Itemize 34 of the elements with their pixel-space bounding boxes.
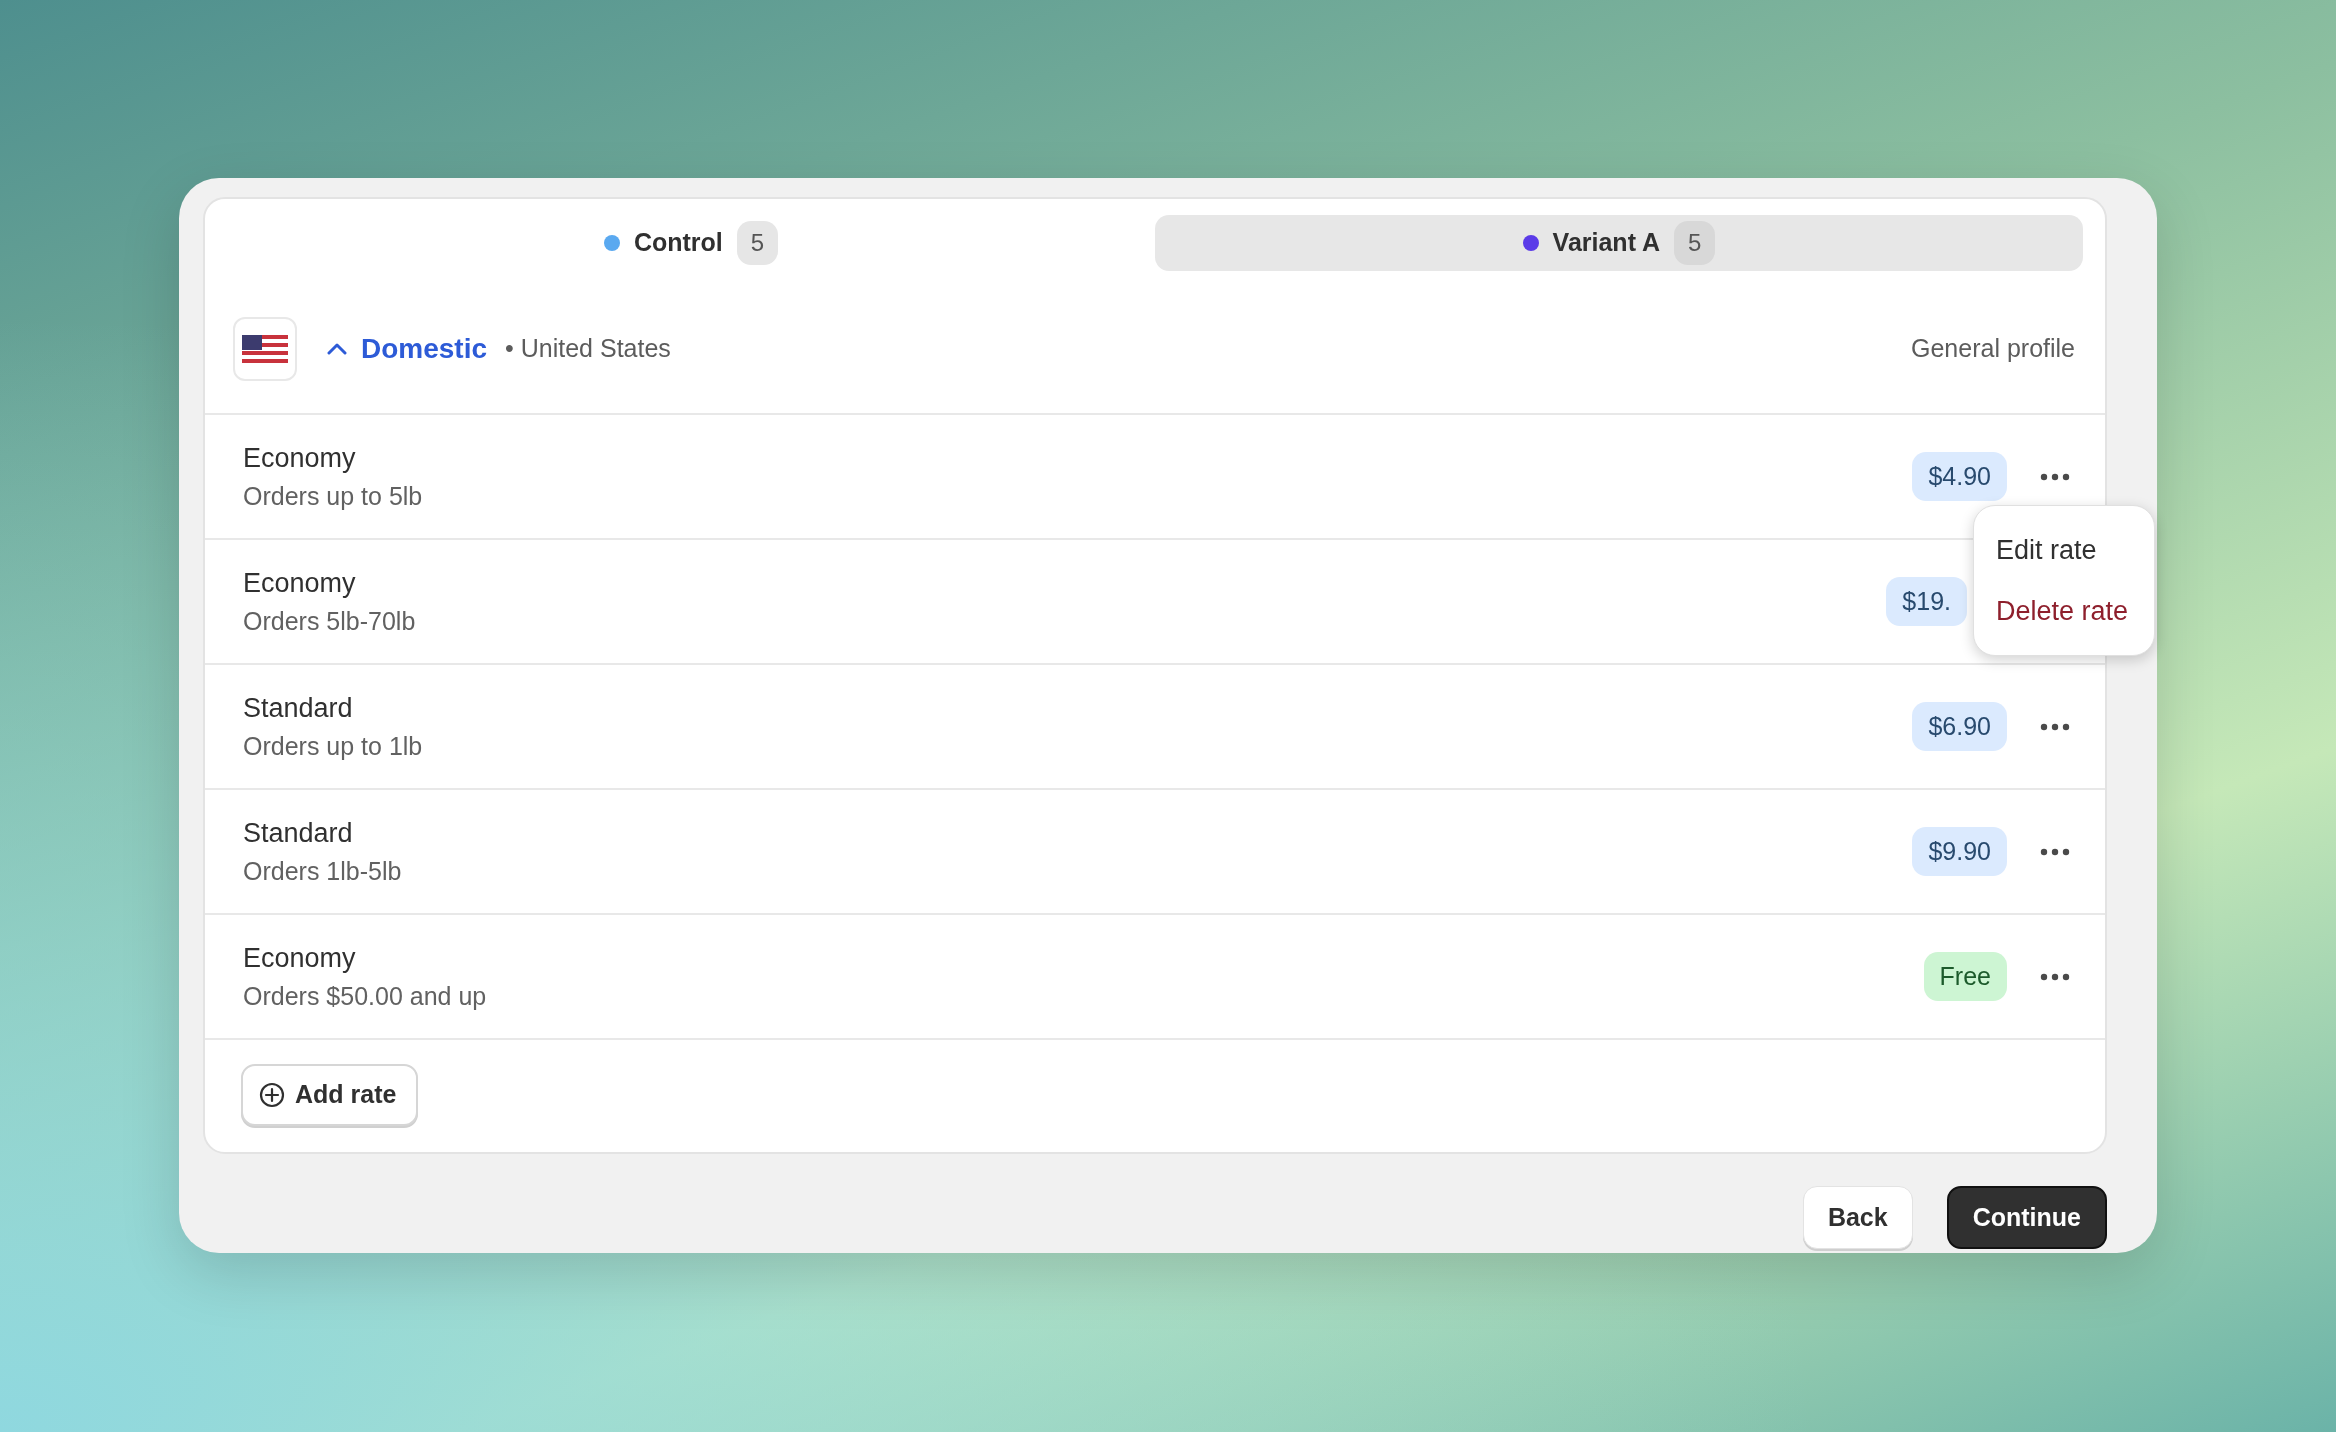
- region-label: • United States: [505, 333, 671, 365]
- price-badge: $4.90: [1912, 451, 2007, 502]
- count-badge: 5: [1674, 221, 1716, 265]
- rate-condition: Orders up to 5lb: [243, 480, 423, 512]
- plus-circle-icon: [259, 1081, 285, 1108]
- rate-name: Standard: [243, 691, 354, 725]
- back-button[interactable]: Back: [1802, 1185, 1913, 1249]
- rate-name: Economy: [243, 941, 357, 975]
- more-icon: [2040, 472, 2070, 481]
- menu-item[interactable]: Delete rate: [1982, 580, 2143, 641]
- count-badge: 5: [736, 221, 779, 265]
- rate-condition: Orders up to 1lb: [243, 730, 423, 762]
- tab[interactable]: Control 5: [227, 215, 1155, 271]
- flag-icon: [242, 335, 288, 363]
- zone-toggle[interactable]: Domestic: [327, 328, 488, 370]
- chevron-icon: [327, 343, 347, 355]
- rate-condition: Orders 1lb-5lb: [243, 855, 402, 887]
- continue-button[interactable]: Continue: [1946, 1185, 2107, 1249]
- menu-item[interactable]: Edit rate: [1982, 520, 2111, 581]
- price-badge: Free: [1923, 951, 2007, 1002]
- rate-name: Economy: [243, 566, 357, 600]
- price-badge: $9.90: [1912, 826, 2007, 877]
- price-badge: $6.90: [1912, 701, 2007, 752]
- add-rate-button[interactable]: Add rate: [241, 1064, 419, 1126]
- rate-condition: Orders $50.00 and up: [243, 980, 487, 1012]
- rate-name: Economy: [243, 441, 357, 475]
- more-icon: [2040, 722, 2070, 731]
- rate-condition: Orders 5lb-70lb: [243, 605, 416, 637]
- price-badge: $19.: [1886, 576, 1967, 627]
- rate-name: Standard: [243, 816, 354, 850]
- more-icon: [2040, 847, 2070, 856]
- profile-label: General profile: [1911, 333, 2075, 365]
- more-icon: [2040, 972, 2070, 981]
- tab[interactable]: Variant A 5: [1155, 215, 2083, 271]
